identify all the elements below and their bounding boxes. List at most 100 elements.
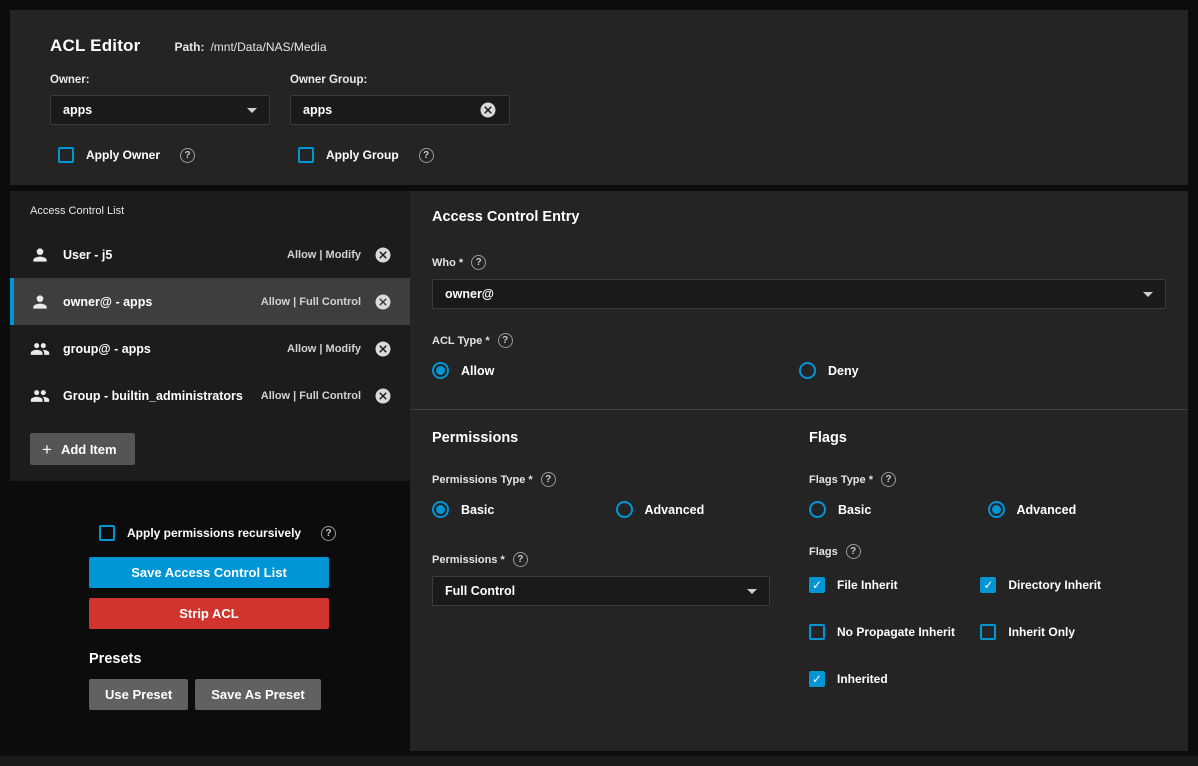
- owner-group-label: Owner Group:: [290, 74, 510, 86]
- checkbox-icon[interactable]: [980, 624, 996, 640]
- group-icon: [30, 386, 50, 406]
- permissions-select-label-row: Permissions *: [432, 552, 799, 567]
- owner-value: apps: [63, 103, 92, 117]
- permissions-value: Full Control: [445, 584, 515, 598]
- flag-checkbox-directory-inherit[interactable]: Directory Inherit: [980, 577, 1151, 593]
- apply-owner-label: Apply Owner: [86, 148, 160, 162]
- radio-allow[interactable]: Allow: [432, 362, 799, 379]
- acl-entry-row[interactable]: Group - builtin_administrators Allow | F…: [10, 372, 410, 419]
- help-icon[interactable]: [846, 544, 861, 559]
- help-icon[interactable]: [471, 255, 486, 270]
- access-control-entry-panel: Access Control Entry Who * owner@ ACL Ty…: [410, 191, 1188, 751]
- chevron-down-icon: [747, 589, 757, 594]
- radio-permissions-basic[interactable]: Basic: [432, 501, 616, 518]
- apply-recursive-checkbox[interactable]: Apply permissions recursively: [99, 525, 410, 541]
- checkbox-icon[interactable]: [809, 624, 825, 640]
- remove-entry-icon[interactable]: [374, 340, 392, 358]
- owner-select[interactable]: apps: [50, 95, 270, 125]
- flag-label: Directory Inherit: [1008, 578, 1101, 592]
- apply-recursive-label: Apply permissions recursively: [127, 526, 301, 540]
- entry-label: group@ - apps: [63, 342, 151, 356]
- who-label: Who *: [432, 257, 463, 269]
- radio-icon[interactable]: [799, 362, 816, 379]
- acl-entry-row[interactable]: owner@ - apps Allow | Full Control: [10, 278, 410, 325]
- save-acl-button[interactable]: Save Access Control List: [89, 557, 329, 588]
- checkbox-icon[interactable]: [980, 577, 996, 593]
- checkbox-icon[interactable]: [58, 147, 74, 163]
- acl-editor-header: ACL Editor Path: /mnt/Data/NAS/Media Own…: [10, 10, 1188, 185]
- acl-list-panel: Access Control List User - j5 Allow | Mo…: [10, 191, 410, 481]
- entry-detail: Allow | Modify: [287, 343, 361, 355]
- entry-detail: Allow | Full Control: [261, 296, 361, 308]
- flags-section: Flags Flags Type * Basic Advanced: [799, 430, 1166, 687]
- radio-icon[interactable]: [988, 501, 1005, 518]
- radio-permissions-advanced[interactable]: Advanced: [616, 501, 800, 518]
- radio-flags-advanced[interactable]: Advanced: [988, 501, 1167, 518]
- clear-icon[interactable]: [479, 101, 497, 119]
- acl-list-column: Access Control List User - j5 Allow | Mo…: [10, 191, 410, 751]
- help-icon[interactable]: [541, 472, 556, 487]
- checkbox-icon[interactable]: [298, 147, 314, 163]
- permissions-select[interactable]: Full Control: [432, 576, 770, 606]
- radio-advanced-label: Advanced: [645, 503, 705, 517]
- remove-entry-icon[interactable]: [374, 387, 392, 405]
- checkbox-icon[interactable]: [809, 577, 825, 593]
- acl-entry-row[interactable]: User - j5 Allow | Modify: [10, 231, 410, 278]
- use-preset-button[interactable]: Use Preset: [89, 679, 188, 710]
- owner-group-field: Owner Group: apps: [290, 74, 510, 125]
- chevron-down-icon: [1143, 292, 1153, 297]
- radio-allow-label: Allow: [461, 364, 494, 378]
- apply-owner-checkbox[interactable]: Apply Owner: [50, 147, 270, 163]
- permissions-title: Permissions: [432, 430, 799, 446]
- apply-group-checkbox[interactable]: Apply Group: [290, 147, 510, 163]
- presets-title: Presets: [89, 651, 410, 667]
- checkbox-icon[interactable]: [99, 525, 115, 541]
- path-value: /mnt/Data/NAS/Media: [210, 40, 326, 54]
- help-icon[interactable]: [419, 148, 434, 163]
- radio-icon[interactable]: [432, 362, 449, 379]
- path-label: Path:: [174, 40, 204, 54]
- flag-label: Inherited: [837, 672, 888, 686]
- permissions-section: Permissions Permissions Type * Basic Adv…: [432, 430, 799, 687]
- acl-actions: Apply permissions recursively Save Acces…: [10, 525, 410, 710]
- help-icon[interactable]: [180, 148, 195, 163]
- flags-type-label-row: Flags Type *: [809, 472, 1166, 487]
- who-select[interactable]: owner@: [432, 279, 1166, 309]
- flag-checkbox-inherited[interactable]: Inherited: [809, 671, 980, 687]
- flags-label: Flags: [809, 546, 838, 558]
- chevron-down-icon: [247, 108, 257, 113]
- radio-deny[interactable]: Deny: [799, 362, 1166, 379]
- group-icon: [30, 339, 50, 359]
- radio-icon[interactable]: [432, 501, 449, 518]
- help-icon[interactable]: [881, 472, 896, 487]
- flag-checkbox-inherit-only[interactable]: Inherit Only: [980, 624, 1151, 640]
- help-icon[interactable]: [321, 526, 336, 541]
- flag-checkbox-no-propagate-inherit[interactable]: No Propagate Inherit: [809, 624, 980, 640]
- flag-checkbox-file-inherit[interactable]: File Inherit: [809, 577, 980, 593]
- user-icon: [30, 245, 50, 265]
- radio-icon[interactable]: [616, 501, 633, 518]
- flag-label: File Inherit: [837, 578, 898, 592]
- help-icon[interactable]: [498, 333, 513, 348]
- add-item-button[interactable]: Add Item: [30, 433, 135, 465]
- flag-label: No Propagate Inherit: [837, 625, 955, 639]
- entry-detail: Allow | Full Control: [261, 390, 361, 402]
- help-icon[interactable]: [513, 552, 528, 567]
- remove-entry-icon[interactable]: [374, 246, 392, 264]
- remove-entry-icon[interactable]: [374, 293, 392, 311]
- breadcrumb-path: Path: /mnt/Data/NAS/Media: [174, 40, 326, 54]
- radio-icon[interactable]: [809, 501, 826, 518]
- owner-field: Owner: apps: [50, 74, 270, 125]
- owner-group-value: apps: [303, 103, 332, 117]
- flags-type-label: Flags Type *: [809, 474, 873, 486]
- radio-flags-basic[interactable]: Basic: [809, 501, 988, 518]
- owner-group-input[interactable]: apps: [290, 95, 510, 125]
- flag-label: Inherit Only: [1008, 625, 1075, 639]
- footer-bar: [0, 756, 1198, 766]
- entry-label: owner@ - apps: [63, 295, 152, 309]
- checkbox-icon[interactable]: [809, 671, 825, 687]
- strip-acl-button[interactable]: Strip ACL: [89, 598, 329, 629]
- acl-type-label-row: ACL Type *: [432, 333, 1166, 348]
- save-as-preset-button[interactable]: Save As Preset: [195, 679, 320, 710]
- acl-entry-row[interactable]: group@ - apps Allow | Modify: [10, 325, 410, 372]
